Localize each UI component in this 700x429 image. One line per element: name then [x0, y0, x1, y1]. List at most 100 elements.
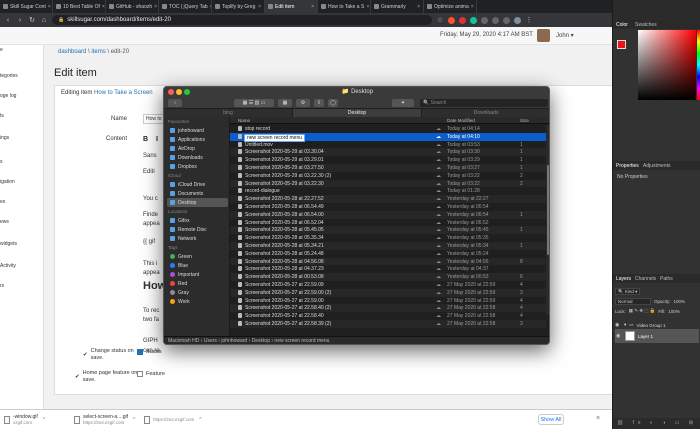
- layers-footer-icons[interactable]: ⛓ fx ◐ ◑ ▭ ⊞ 🗑: [613, 418, 700, 429]
- dropbox-icon[interactable]: ✦: [392, 99, 414, 107]
- file-row[interactable]: record-dialogue ☁ Today at 01:28: [230, 187, 546, 195]
- browser-tab[interactable]: Skill Sugar Cont ×: [0, 0, 53, 13]
- layer-group-row[interactable]: ◉ ▾ ▭ Video Group 1: [615, 321, 699, 329]
- finder-tab[interactable]: blog: [164, 109, 293, 117]
- file-row[interactable]: Screenshot 2020-05-28 at 05.34.21 ☁ Yester…: [230, 242, 546, 250]
- sidebar-item[interactable]: johnhoward: [167, 126, 228, 135]
- file-row[interactable]: Screenshot 2020-05-28 at 05.24.48 ☁ Yester…: [230, 250, 546, 258]
- sidebar-nav-item[interactable]: ews: [0, 219, 9, 225]
- sidebar-item[interactable]: Work: [167, 297, 228, 306]
- close-tab-icon[interactable]: ×: [471, 4, 474, 10]
- back-icon[interactable]: ‹: [4, 17, 12, 24]
- browser-tab[interactable]: Optimize anima ×: [424, 0, 477, 13]
- close-tab-icon[interactable]: ×: [48, 4, 51, 10]
- search-input[interactable]: 🔍 Search: [420, 99, 548, 107]
- sidebar-nav-item[interactable]: es: [0, 199, 5, 205]
- sidebar-item[interactable]: Remote Disc: [167, 225, 228, 234]
- kind-filter-select[interactable]: 🔍 Kind ▾: [615, 287, 641, 295]
- extension-icon[interactable]: [503, 16, 510, 24]
- file-row[interactable]: Screenshot 2020-05-28 at 05.35.34 ☁ Yester…: [230, 234, 546, 242]
- finder-title-bar[interactable]: 📁 Desktop: [164, 87, 549, 97]
- file-row[interactable]: Screenshot 2020-05-29 at 03.29.01 ☁ Today …: [230, 156, 546, 164]
- bookmark-star-icon[interactable]: ☆: [436, 16, 444, 24]
- grammarly-extension-icon[interactable]: [470, 16, 477, 24]
- opacity-value[interactable]: 100%: [674, 299, 686, 304]
- close-tab-icon[interactable]: ×: [311, 4, 314, 10]
- status-checkbox[interactable]: [137, 349, 143, 355]
- sidebar-item[interactable]: Important: [167, 270, 228, 279]
- sidebar-item[interactable]: Dropbox: [167, 162, 228, 171]
- share-icon[interactable]: ⇪: [314, 99, 324, 107]
- sidebar-item[interactable]: Blue: [167, 261, 228, 270]
- tab-channels[interactable]: Channels: [635, 276, 656, 282]
- lock-icons[interactable]: ▦ ✎ ✥ ⬚ 🔒: [629, 308, 656, 314]
- tab-adjustments[interactable]: Adjustments: [643, 163, 671, 169]
- layer-row[interactable]: ◉ Layer 1: [615, 329, 699, 343]
- file-row[interactable]: Untitled.mov ☁ Today at 03:53 1: [230, 141, 546, 149]
- browser-tab[interactable]: How to Take a S ×: [318, 0, 371, 13]
- sidebar-nav-item[interactable]: Activity: [0, 263, 16, 269]
- view-mode-icon[interactable]: ▦ ☰ ▥ ▭: [234, 99, 274, 107]
- action-gear-icon[interactable]: ⚙: [296, 99, 310, 107]
- sidebar-item[interactable]: Desktop: [167, 198, 228, 207]
- file-row[interactable]: Screenshot 2020-05-29 at 03.27.50 ☁ Today …: [230, 164, 546, 172]
- sidebar-nav-item[interactable]: ings: [0, 135, 9, 141]
- sidebar-nav-item[interactable]: widgets: [0, 241, 17, 247]
- breadcrumb-dashboard[interactable]: dashboard: [58, 49, 86, 55]
- forward-icon[interactable]: ›: [16, 17, 24, 24]
- download-item[interactable]: https://im4.ezgif.com ^: [144, 413, 262, 427]
- eye-icon[interactable]: ◉: [616, 333, 622, 339]
- tab-layers[interactable]: Layers: [616, 276, 631, 282]
- file-row[interactable]: Screenshot 2020-05-29 at 03.22.30 ☁ Today …: [230, 179, 546, 188]
- sidebar-item[interactable]: iCloud Drive: [167, 180, 228, 189]
- close-tab-icon[interactable]: ×: [102, 4, 105, 10]
- sidebar-nav-item[interactable]: ts: [0, 113, 4, 119]
- address-bar[interactable]: 🔒 skillsugar.com/dashboard/items/edit-20: [52, 15, 432, 25]
- status-checkbox-row[interactable]: Status: [137, 349, 162, 355]
- sidebar-item[interactable]: Applications: [167, 135, 228, 144]
- sidebar-item[interactable]: Red: [167, 279, 228, 288]
- user-menu[interactable]: John ▾: [556, 32, 574, 39]
- chevron-up-icon[interactable]: ^: [133, 417, 135, 423]
- home-icon[interactable]: ⌂: [40, 17, 48, 24]
- tab-color[interactable]: Color: [616, 22, 628, 28]
- feature-checkbox-row[interactable]: Feature: [137, 371, 165, 377]
- feature-checkbox[interactable]: [137, 371, 143, 377]
- breadcrumb-items[interactable]: items: [91, 49, 105, 55]
- reload-icon[interactable]: ↻: [28, 16, 36, 24]
- close-icon[interactable]: ×: [596, 415, 600, 422]
- eye-icon[interactable]: ◉: [615, 322, 621, 328]
- sidebar-nav-item[interactable]: e: [0, 47, 3, 53]
- sidebar-nav-item[interactable]: rs: [0, 283, 4, 289]
- sidebar-item[interactable]: Documents: [167, 189, 228, 198]
- fill-value[interactable]: 100%: [668, 309, 680, 314]
- browser-tab[interactable]: Edit item ×: [265, 0, 318, 13]
- sidebar-nav-item[interactable]: igation: [0, 179, 15, 185]
- group-icon[interactable]: ▦: [278, 99, 292, 107]
- chevron-up-icon[interactable]: ^: [199, 417, 201, 423]
- file-row[interactable]: Screenshot 2020-05-28 at 06.54.00 ☁ Yester…: [230, 210, 546, 219]
- file-row[interactable]: Screenshot 2020-05-27 at 22.58.39 (2) ☁ 27…: [230, 320, 546, 328]
- sidebar-item[interactable]: AirDrop: [167, 144, 228, 153]
- close-tab-icon[interactable]: ×: [258, 4, 261, 10]
- finder-tab[interactable]: Desktop: [293, 109, 422, 117]
- file-row[interactable]: Screenshot 2020-05-29 at 03.30.04 ☁ Today …: [230, 148, 546, 157]
- browser-tab[interactable]: Toplify by Greg ×: [212, 0, 265, 13]
- editing-item-link[interactable]: How to Take a Screen: [94, 90, 153, 96]
- file-row[interactable]: Screenshot 2020-05-28 at 04.56.08 ☁ Yester…: [230, 257, 546, 266]
- foreground-color-swatch[interactable]: [617, 40, 626, 49]
- browser-tab[interactable]: 10 Best Table Of ×: [53, 0, 106, 13]
- date-column-header[interactable]: Date Modified: [447, 118, 475, 123]
- adblock-extension-icon[interactable]: [459, 16, 466, 24]
- size-column-header[interactable]: Size: [520, 118, 529, 123]
- browser-tab[interactable]: Grammarly ×: [371, 0, 424, 13]
- sidebar-nav-item[interactable]: oge log: [0, 93, 16, 99]
- close-tab-icon[interactable]: ×: [366, 4, 369, 10]
- tab-swatches[interactable]: Swatches: [635, 22, 657, 28]
- file-row[interactable]: Screenshot 2020-05-28 at 04.37.23 ☁ Yester…: [230, 265, 546, 273]
- file-row[interactable]: stop record ☁ Today at 04:14: [230, 125, 546, 133]
- file-row[interactable]: Screenshot 2020-05-28 at 06.54.49 ☁ Yester…: [230, 203, 546, 211]
- file-row[interactable]: Screenshot 2020-05-27 at 22.59.00 ☁ 27 May…: [230, 297, 546, 305]
- sidebar-item[interactable]: Downloads: [167, 153, 228, 162]
- file-row[interactable]: Screenshot 2020-05-27 at 22.58.40 ☁ 27 May…: [230, 312, 546, 320]
